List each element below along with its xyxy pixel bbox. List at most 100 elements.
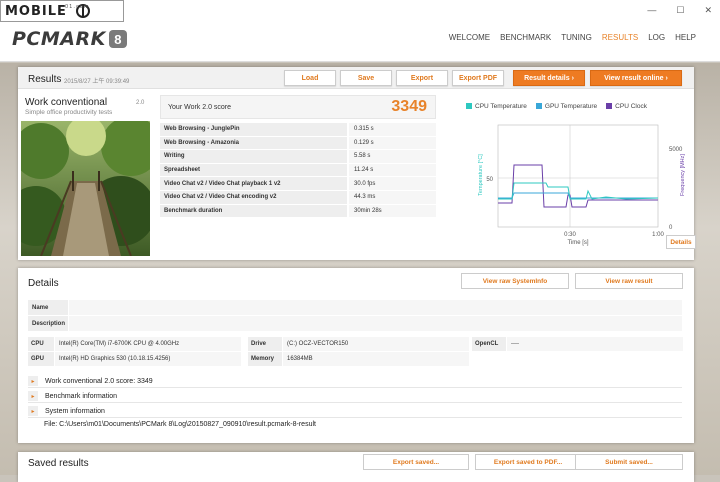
y-right-tick-top: 5000 xyxy=(669,147,683,153)
saved-results-panel: Saved results Export saved... Export sav… xyxy=(18,452,694,482)
detail-row: Name xyxy=(28,300,682,315)
gpu-row: GPU Intel(R) HD Graphics 530 (10.18.15.42… xyxy=(28,352,241,366)
watermark-text: MOBILE xyxy=(5,3,67,19)
drive-label: Drive xyxy=(248,337,282,351)
window-controls: — ☐ ✕ xyxy=(647,0,720,20)
detail-row: Description xyxy=(28,316,682,331)
results-date: 2015/8/27 上午 09:39:49 xyxy=(64,79,130,85)
saved-results-title: Saved results xyxy=(28,458,89,469)
x-tick-30: 0:30 xyxy=(564,232,576,238)
export-saved-button[interactable]: Export saved... xyxy=(363,454,469,470)
expander-system-info[interactable]: ▸ System information xyxy=(28,405,682,418)
memory-row: Memory 16384MB xyxy=(248,352,469,366)
nav-tuning[interactable]: TUNING xyxy=(561,33,592,42)
chevron-right-icon: › xyxy=(665,74,668,82)
chart-plot: 50 5000 0 0:30 1:00 Time [s] Temperature… xyxy=(478,124,686,246)
x-axis-label: Time [s] xyxy=(567,240,588,246)
view-raw-sysinfo-button[interactable]: View raw SystemInfo xyxy=(461,273,569,289)
nav-log[interactable]: LOG xyxy=(648,33,665,42)
description-label: Description xyxy=(28,316,68,331)
expander-label: System information xyxy=(45,407,105,415)
table-row: Web Browsing - JunglePin 0.315 s xyxy=(160,123,436,137)
submit-saved-button[interactable]: Submit saved... xyxy=(575,454,683,470)
name-label: Name xyxy=(28,300,68,315)
nav-results[interactable]: RESULTS xyxy=(602,33,638,42)
logo-version-badge: 8 xyxy=(108,30,127,48)
gpu-label: GPU xyxy=(28,352,54,366)
details-panel: Details View raw SystemInfo View raw res… xyxy=(18,268,694,443)
workload-subtitle: Simple office productivity tests xyxy=(25,109,113,116)
top-bar: MOBILE 01.com PCMARK 8 WELCOME BENCHMARK… xyxy=(0,0,720,62)
nav-help[interactable]: HELP xyxy=(675,33,696,42)
score-box: Your Work 2.0 score 3349 xyxy=(160,95,436,119)
results-title: Results xyxy=(28,74,62,85)
table-row: Spreadsheet 11.24 s xyxy=(160,163,436,178)
chevron-right-icon: › xyxy=(571,74,574,82)
view-raw-result-button[interactable]: View raw result xyxy=(575,273,683,289)
row-label: Benchmark duration xyxy=(160,204,347,218)
nav-benchmark[interactable]: BENCHMARK xyxy=(500,33,551,42)
export-button[interactable]: Export xyxy=(396,70,448,86)
pcmark-logo: PCMARK 8 xyxy=(12,28,127,50)
y-left-label: Temperature [°C] xyxy=(478,154,484,196)
cpu-label: CPU xyxy=(28,337,54,351)
row-label: Web Browsing - Amazonia xyxy=(160,136,347,150)
table-row: Video Chat v2 / Video Chat encoding v2 44… xyxy=(160,190,436,205)
nav-welcome[interactable]: WELCOME xyxy=(449,33,490,42)
row-value: 30min 28s xyxy=(349,204,436,218)
close-button[interactable]: ✕ xyxy=(704,5,712,16)
table-row: Benchmark duration 30min 28s xyxy=(160,204,436,219)
row-label: Video Chat v2 / Video Chat encoding v2 xyxy=(160,190,347,204)
details-name-desc: Name Description xyxy=(28,300,682,332)
logo-text: PCMARK xyxy=(12,28,106,50)
expander-label: Benchmark information xyxy=(45,392,117,400)
result-file-path: File: C:\Users\m01\Documents\PCMark 8\Lo… xyxy=(44,421,316,428)
memory-label: Memory xyxy=(248,352,282,366)
y-left-tick: 50 xyxy=(486,177,493,183)
description-value[interactable] xyxy=(69,316,682,331)
row-value: 11.24 s xyxy=(349,163,436,177)
score-label: Your Work 2.0 score xyxy=(168,104,232,111)
export-pdf-button[interactable]: Export PDF xyxy=(452,70,504,86)
chart-details-button[interactable]: Details xyxy=(666,235,696,249)
expander-benchmark-info[interactable]: ▸ Benchmark information xyxy=(28,390,682,403)
workload-title: Work conventional xyxy=(25,97,108,108)
table-row: Writing 5.58 s xyxy=(160,150,436,164)
maximize-button[interactable]: ☐ xyxy=(676,5,684,16)
view-online-label: View result online xyxy=(604,74,664,82)
score-value: 3349 xyxy=(391,98,427,115)
monitoring-chart: CPU Temperature GPU Temperature CPU Cloc… xyxy=(446,95,696,255)
opencl-row: OpenCL ---- xyxy=(472,337,683,351)
table-row: Web Browsing - Amazonia 0.129 s xyxy=(160,136,436,151)
view-online-button[interactable]: View result online › xyxy=(590,70,682,86)
watermark-logo: MOBILE 01.com xyxy=(0,0,124,22)
minimize-button[interactable]: — xyxy=(647,5,656,15)
plot-frame xyxy=(497,124,659,228)
row-value: 0.315 s xyxy=(349,123,436,136)
chevron-right-icon: ▸ xyxy=(28,391,38,401)
opencl-value: ---- xyxy=(507,337,683,351)
save-button[interactable]: Save xyxy=(340,70,392,86)
chevron-right-icon: ▸ xyxy=(28,376,38,386)
row-value: 44.3 ms xyxy=(349,190,436,204)
watermark-tag: 01.com xyxy=(65,4,90,10)
details-title: Details xyxy=(28,278,59,289)
load-button[interactable]: Load xyxy=(284,70,336,86)
result-details-button[interactable]: Result details › xyxy=(513,70,585,86)
row-label: Spreadsheet xyxy=(160,163,347,177)
chevron-right-icon: ▸ xyxy=(28,406,38,416)
row-label: Web Browsing - JunglePin xyxy=(160,123,347,136)
y-right-label: Frequency [MHz] xyxy=(680,154,686,196)
expander-label: Work conventional 2.0 score: 3349 xyxy=(45,377,153,385)
row-value: 5.58 s xyxy=(349,150,436,163)
result-details-label: Result details xyxy=(524,74,570,82)
export-saved-pdf-button[interactable]: Export saved to PDF... xyxy=(475,454,581,470)
result-table: Web Browsing - JunglePin 0.315 s Web Brow… xyxy=(160,123,436,219)
drive-row: Drive (C:) OCZ-VECTOR150 xyxy=(248,337,469,351)
main-nav: WELCOME BENCHMARK TUNING RESULTS LOG HEL… xyxy=(449,33,696,42)
x-tick-60: 1:00 xyxy=(652,232,664,238)
name-value[interactable] xyxy=(69,300,682,315)
workload-image xyxy=(21,121,150,256)
cpu-row: CPU Intel(R) Core(TM) i7-6700K CPU @ 4.00… xyxy=(28,337,241,351)
expander-score[interactable]: ▸ Work conventional 2.0 score: 3349 xyxy=(28,375,682,388)
